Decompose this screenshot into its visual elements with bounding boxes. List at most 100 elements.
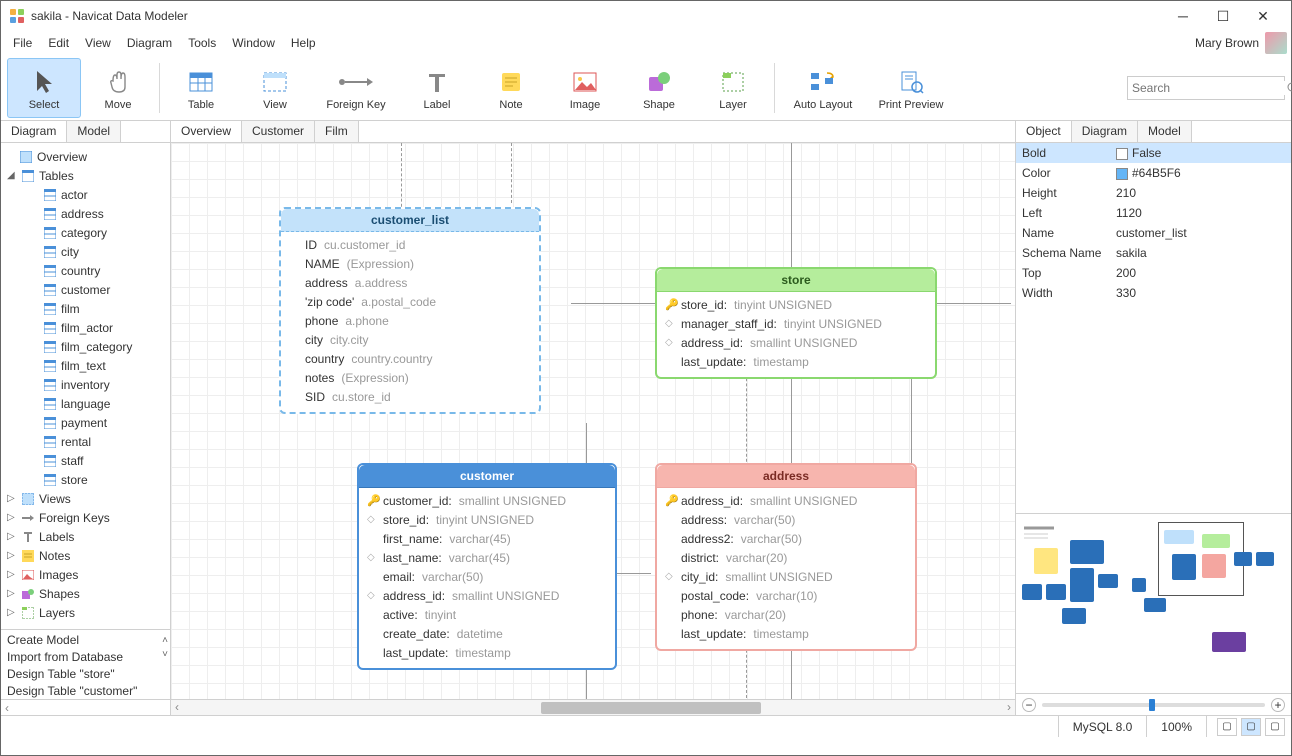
tree-table-payment[interactable]: payment <box>3 413 168 432</box>
tree-table-language[interactable]: language <box>3 394 168 413</box>
prop-row-color[interactable]: Color#64B5F6 <box>1016 163 1291 183</box>
field-row[interactable]: citycity.city <box>289 330 531 349</box>
tree-group-images[interactable]: ▷Images <box>3 565 168 584</box>
menu-diagram[interactable]: Diagram <box>119 33 180 53</box>
tree-table-film[interactable]: film <box>3 299 168 318</box>
search-input[interactable] <box>1132 81 1287 95</box>
left-tab-model[interactable]: Model <box>67 121 121 142</box>
left-tab-diagram[interactable]: Diagram <box>1 121 67 142</box>
zoom-slider[interactable] <box>1042 703 1265 707</box>
maximize-button[interactable]: ☐ <box>1203 2 1243 30</box>
field-row[interactable]: create_date:datetime <box>367 624 607 643</box>
close-button[interactable]: ✕ <box>1243 2 1283 30</box>
field-row[interactable]: SIDcu.store_id <box>289 387 531 406</box>
field-row[interactable]: addressa.address <box>289 273 531 292</box>
field-row[interactable]: first_name:varchar(45) <box>367 529 607 548</box>
tree-table-actor[interactable]: actor <box>3 185 168 204</box>
field-row[interactable]: ◇last_name:varchar(45) <box>367 548 607 567</box>
tool-table[interactable]: Table <box>164 58 238 118</box>
minimap[interactable] <box>1016 513 1291 693</box>
field-row[interactable]: NAME(Expression) <box>289 254 531 273</box>
tree-table-film_category[interactable]: film_category <box>3 337 168 356</box>
field-row[interactable]: IDcu.customer_id <box>289 235 531 254</box>
tree-group-foreign-keys[interactable]: ▷Foreign Keys <box>3 508 168 527</box>
tool-select[interactable]: Select <box>7 58 81 118</box>
history-list[interactable]: Create Model Import from Database Design… <box>1 629 170 699</box>
field-row[interactable]: notes(Expression) <box>289 368 531 387</box>
entity-customer-list[interactable]: customer_list IDcu.customer_idNAME(Expre… <box>279 207 541 414</box>
prop-row-left[interactable]: Left1120 <box>1016 203 1291 223</box>
expand-icon[interactable]: ▷ <box>7 550 17 561</box>
field-row[interactable]: 🔑store_id:tinyint UNSIGNED <box>665 295 927 314</box>
field-row[interactable]: ◇manager_staff_id:tinyint UNSIGNED <box>665 314 927 333</box>
prop-row-height[interactable]: Height210 <box>1016 183 1291 203</box>
prop-row-width[interactable]: Width330 <box>1016 283 1291 303</box>
expand-icon[interactable]: ▷ <box>7 512 17 523</box>
expand-icon[interactable]: ▷ <box>7 531 17 542</box>
field-row[interactable]: last_update:timestamp <box>665 352 927 371</box>
tree-group-notes[interactable]: ▷Notes <box>3 546 168 565</box>
menu-edit[interactable]: Edit <box>40 33 77 53</box>
tree-table-city[interactable]: city <box>3 242 168 261</box>
right-tab-diagram[interactable]: Diagram <box>1072 121 1138 142</box>
tree-group-layers[interactable]: ▷Layers <box>3 603 168 622</box>
expand-icon[interactable]: ▷ <box>7 607 17 618</box>
history-item[interactable]: Import from Database <box>7 649 164 666</box>
tool-auto-layout[interactable]: Auto Layout <box>779 58 867 118</box>
property-grid[interactable]: BoldFalseColor#64B5F6Height210Left1120Na… <box>1016 143 1291 303</box>
prop-row-name[interactable]: Namecustomer_list <box>1016 223 1291 243</box>
field-row[interactable]: ◇city_id:smallint UNSIGNED <box>665 567 907 586</box>
search-box[interactable] <box>1127 76 1285 100</box>
tree-table-staff[interactable]: staff <box>3 451 168 470</box>
diagram-canvas[interactable]: customer_list IDcu.customer_idNAME(Expre… <box>171 143 1015 699</box>
tool-image[interactable]: Image <box>548 58 622 118</box>
right-tab-model[interactable]: Model <box>1138 121 1192 142</box>
status-pane2-button[interactable]: ▢ <box>1241 718 1261 736</box>
tree-table-film_actor[interactable]: film_actor <box>3 318 168 337</box>
center-tab-film[interactable]: Film <box>315 121 359 142</box>
tree-table-inventory[interactable]: inventory <box>3 375 168 394</box>
collapse-icon[interactable]: ◢ <box>7 170 17 181</box>
tree-table-store[interactable]: store <box>3 470 168 489</box>
history-up-icon[interactable]: ˄ <box>162 632 168 646</box>
tree-table-film_text[interactable]: film_text <box>3 356 168 375</box>
center-tab-customer[interactable]: Customer <box>242 121 315 142</box>
tree-overview[interactable]: Overview <box>3 147 168 166</box>
avatar[interactable] <box>1265 32 1287 54</box>
menu-file[interactable]: File <box>5 33 40 53</box>
canvas-scrollbar-h[interactable]: ‹ › <box>171 699 1015 715</box>
field-row[interactable]: email:varchar(50) <box>367 567 607 586</box>
field-row[interactable]: address2:varchar(50) <box>665 529 907 548</box>
menu-window[interactable]: Window <box>224 33 283 53</box>
field-row[interactable]: address:varchar(50) <box>665 510 907 529</box>
expand-icon[interactable]: ▷ <box>7 493 17 504</box>
tree-table-customer[interactable]: customer <box>3 280 168 299</box>
right-tab-object[interactable]: Object <box>1016 121 1072 142</box>
menu-tools[interactable]: Tools <box>180 33 224 53</box>
tool-label[interactable]: Label <box>400 58 474 118</box>
expand-icon[interactable]: ▷ <box>7 569 17 580</box>
prop-row-schema-name[interactable]: Schema Namesakila <box>1016 243 1291 263</box>
tool-layer[interactable]: Layer <box>696 58 770 118</box>
center-tab-overview[interactable]: Overview <box>171 121 242 142</box>
tool-view[interactable]: View <box>238 58 312 118</box>
entity-customer[interactable]: customer 🔑customer_id:smallint UNSIGNED◇… <box>357 463 617 670</box>
field-row[interactable]: countrycountry.country <box>289 349 531 368</box>
tool-foreign-key[interactable]: Foreign Key <box>312 58 400 118</box>
entity-store[interactable]: store 🔑store_id:tinyint UNSIGNED◇manager… <box>655 267 937 379</box>
field-row[interactable]: district:varchar(20) <box>665 548 907 567</box>
tool-print-preview[interactable]: Print Preview <box>867 58 955 118</box>
field-row[interactable]: postal_code:varchar(10) <box>665 586 907 605</box>
field-row[interactable]: ◇address_id:smallint UNSIGNED <box>665 333 927 352</box>
zoom-out-button[interactable]: − <box>1022 698 1036 712</box>
field-row[interactable]: last_update:timestamp <box>367 643 607 662</box>
menu-view[interactable]: View <box>77 33 119 53</box>
menu-help[interactable]: Help <box>283 33 324 53</box>
expand-icon[interactable]: ▷ <box>7 588 17 599</box>
history-item[interactable]: Create Model <box>7 632 164 649</box>
field-row[interactable]: 🔑customer_id:smallint UNSIGNED <box>367 491 607 510</box>
prop-row-top[interactable]: Top200 <box>1016 263 1291 283</box>
user-name[interactable]: Mary Brown <box>1189 36 1265 50</box>
field-row[interactable]: ◇store_id:tinyint UNSIGNED <box>367 510 607 529</box>
tree-table-country[interactable]: country <box>3 261 168 280</box>
